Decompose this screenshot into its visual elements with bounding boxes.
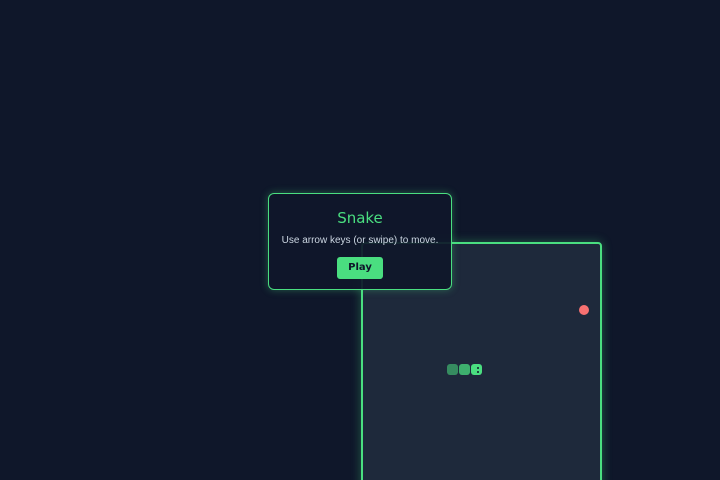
snake-body-segment (459, 364, 470, 375)
food-pellet (579, 305, 589, 315)
game-title: Snake (337, 209, 383, 227)
snake-head (471, 364, 482, 375)
game-page: Snake Use arrow keys (or swipe) to move.… (0, 0, 720, 480)
snake-eye (477, 371, 479, 373)
instructions-text: Use arrow keys (or swipe) to move. (281, 235, 439, 246)
start-overlay: Snake Use arrow keys (or swipe) to move.… (268, 193, 452, 290)
snake-tail-segment (447, 364, 458, 375)
snake-eye (477, 367, 479, 369)
play-button[interactable]: Play (337, 257, 383, 279)
